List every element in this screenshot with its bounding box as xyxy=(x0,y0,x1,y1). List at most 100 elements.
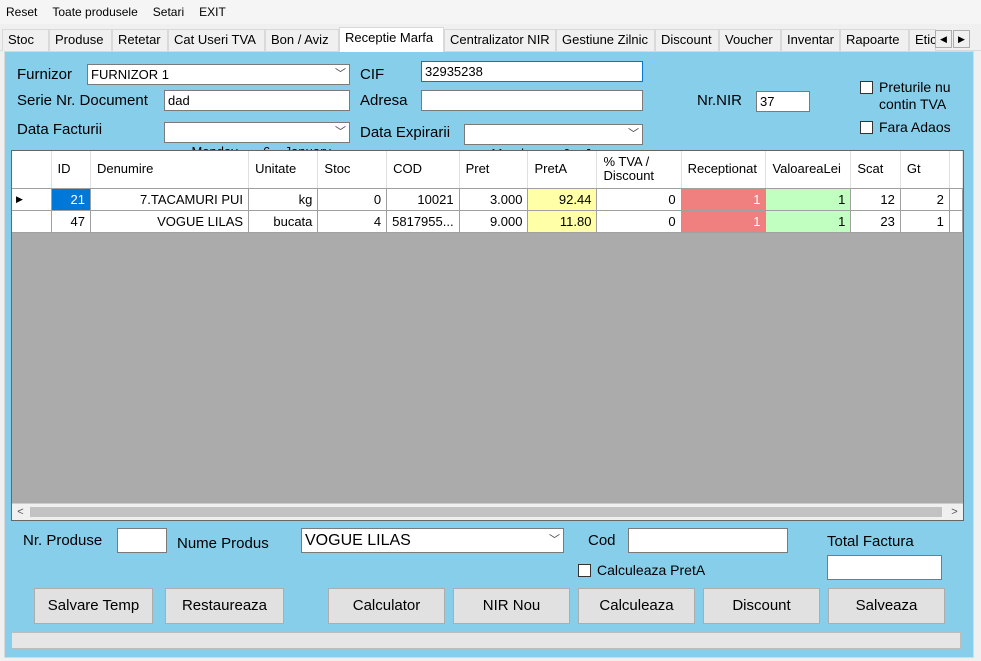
cell-id[interactable]: 21 xyxy=(51,188,91,211)
nr-produse-input[interactable] xyxy=(117,528,167,553)
cell-id[interactable]: 47 xyxy=(51,210,91,233)
col-header[interactable]: ValoareaLei xyxy=(765,151,852,189)
salveaza-button[interactable]: Salveaza xyxy=(828,588,945,624)
chevron-down-icon: ﹀ xyxy=(628,128,639,140)
col-header[interactable]: % TVA / Discount xyxy=(596,151,682,189)
menu-setari[interactable]: Setari xyxy=(149,5,193,19)
cif-input[interactable]: 32935238 xyxy=(421,61,643,82)
col-header[interactable]: Unitate xyxy=(248,151,319,189)
cell-pret[interactable]: 9.000 xyxy=(459,210,529,233)
cell-preta[interactable]: 92.44 xyxy=(527,188,598,211)
cif-label: CIF xyxy=(360,66,385,83)
menu-reset[interactable]: Reset xyxy=(2,5,46,19)
cell-valoarea-lei[interactable]: 1 xyxy=(765,210,852,233)
serie-document-input[interactable]: dad xyxy=(164,90,350,111)
discount-button[interactable]: Discount xyxy=(703,588,820,624)
cell-gt[interactable]: 2 xyxy=(900,188,950,211)
tab-etichete[interactable]: Etic xyxy=(909,29,936,51)
cell-cod[interactable]: 10021 xyxy=(386,188,460,211)
col-header[interactable]: ID xyxy=(51,151,91,189)
tab-receptie-marfa[interactable]: Receptie Marfa xyxy=(339,27,444,52)
cell-denumire[interactable]: 7.TACAMURI PUI xyxy=(90,188,250,211)
preturile-label-line1: Preturile nu xyxy=(879,79,951,95)
col-header[interactable]: Receptionat xyxy=(681,151,767,189)
col-header[interactable]: Scat xyxy=(850,151,901,189)
fara-adaos-label: Fara Adaos xyxy=(879,119,951,135)
col-header[interactable]: Denumire xyxy=(90,151,250,189)
tab-centralizator-nir[interactable]: Centralizator NIR xyxy=(444,29,556,51)
cell-stoc[interactable]: 0 xyxy=(317,188,388,211)
cell-tva-discount[interactable]: 0 xyxy=(596,210,682,233)
nr-nir-input[interactable]: 37 xyxy=(756,91,810,112)
tab-inventar[interactable]: Inventar xyxy=(781,29,840,51)
col-header[interactable]: Pret xyxy=(459,151,529,189)
grid-header-row: ID Denumire Unitate Stoc COD Pret PretA … xyxy=(12,151,963,189)
cell-tva-discount[interactable]: 0 xyxy=(596,188,682,211)
checkbox-box xyxy=(578,564,591,577)
nume-produs-select[interactable]: VOGUE LILAS ﹀ xyxy=(301,528,564,553)
tab-cat-useri-tva[interactable]: Cat Useri TVA xyxy=(168,29,265,51)
cell-gt[interactable]: 1 xyxy=(900,210,950,233)
furnizor-select[interactable]: FURNIZOR 1 ﹀ xyxy=(87,64,350,85)
scroll-right-icon[interactable]: > xyxy=(946,504,963,520)
calculeaza-preta-checkbox[interactable]: Calculeaza PretA xyxy=(578,562,705,578)
cell-unitate[interactable]: bucata xyxy=(248,210,319,233)
row-header xyxy=(12,210,52,233)
calculeaza-button[interactable]: Calculeaza xyxy=(578,588,695,624)
table-row[interactable]: ▶ 21 7.TACAMURI PUI kg 0 10021 3.000 92.… xyxy=(12,188,963,211)
calculator-button[interactable]: Calculator xyxy=(328,588,445,624)
data-expirarii-picker[interactable]: Monday , 6 January ﹀ xyxy=(464,124,643,161)
row-pointer-icon: ▶ xyxy=(12,188,52,211)
col-header[interactable]: PretA xyxy=(527,151,598,189)
nr-nir-label: Nr.NIR xyxy=(697,92,742,109)
data-facturii-picker[interactable]: Monday , 6 January ﹀ xyxy=(164,122,350,159)
col-header[interactable]: Gt xyxy=(900,151,950,189)
tab-gestiune-zilnic[interactable]: Gestiune Zilnic xyxy=(556,29,655,51)
adresa-input[interactable] xyxy=(421,90,643,111)
restaureaza-button[interactable]: Restaureaza xyxy=(165,588,284,624)
cell-cod[interactable]: 5817955... xyxy=(386,210,460,233)
tab-scroll-right-icon[interactable]: ▶ xyxy=(953,30,970,48)
products-grid[interactable]: ID Denumire Unitate Stoc COD Pret PretA … xyxy=(11,150,964,521)
preturile-nu-contin-tva-checkbox[interactable]: Preturile nu contin TVA xyxy=(860,79,951,113)
cell-stoc[interactable]: 4 xyxy=(317,210,388,233)
tab-produse[interactable]: Produse xyxy=(49,29,112,51)
cell-preta[interactable]: 11.80 xyxy=(527,210,598,233)
cell-receptionat[interactable]: 1 xyxy=(681,188,767,211)
cell-denumire[interactable]: VOGUE LILAS xyxy=(90,210,250,233)
col-header[interactable]: Stoc xyxy=(317,151,388,189)
tab-voucher[interactable]: Voucher xyxy=(719,29,781,51)
scroll-left-icon[interactable]: < xyxy=(12,504,29,520)
cell-valoarea-lei[interactable]: 1 xyxy=(765,188,852,211)
table-row[interactable]: 47 VOGUE LILAS bucata 4 5817955... 9.000… xyxy=(12,210,963,233)
cell-receptionat[interactable]: 1 xyxy=(681,210,767,233)
salvare-temp-button[interactable]: Salvare Temp xyxy=(34,588,153,624)
tab-scroll-left-icon[interactable]: ◀ xyxy=(935,30,952,48)
preturile-label-line2: contin TVA xyxy=(879,96,947,112)
scrollbar-thumb[interactable] xyxy=(30,507,942,517)
grid-horizontal-scrollbar[interactable]: < > xyxy=(12,503,963,520)
tab-stoc[interactable]: Stoc xyxy=(2,29,49,51)
tab-bon-aviz[interactable]: Bon / Aviz xyxy=(265,29,339,51)
cell-scat[interactable]: 23 xyxy=(850,210,901,233)
cell-pret[interactable]: 3.000 xyxy=(459,188,529,211)
chevron-down-icon: ﹀ xyxy=(335,126,346,138)
menu-toate-produsele[interactable]: Toate produsele xyxy=(48,5,146,19)
cod-label: Cod xyxy=(588,532,616,549)
data-expirarii-label: Data Expirarii xyxy=(360,124,451,141)
total-factura-input[interactable] xyxy=(827,555,942,580)
tab-retetar[interactable]: Retetar xyxy=(112,29,168,51)
checkbox-box xyxy=(860,81,873,94)
fara-adaos-checkbox[interactable]: Fara Adaos xyxy=(860,119,951,135)
furnizor-value: FURNIZOR 1 xyxy=(91,67,169,82)
cod-input[interactable] xyxy=(628,528,788,553)
nir-nou-button[interactable]: NIR Nou xyxy=(453,588,570,624)
tab-discount[interactable]: Discount xyxy=(655,29,719,51)
cell-unitate[interactable]: kg xyxy=(248,188,319,211)
tab-rapoarte[interactable]: Rapoarte xyxy=(840,29,909,51)
cell-extra xyxy=(949,210,963,233)
receptie-marfa-panel: Furnizor FURNIZOR 1 ﹀ Serie Nr. Document… xyxy=(4,51,974,658)
menu-exit[interactable]: EXIT xyxy=(195,5,235,19)
cell-scat[interactable]: 12 xyxy=(850,188,901,211)
col-header[interactable]: COD xyxy=(386,151,460,189)
